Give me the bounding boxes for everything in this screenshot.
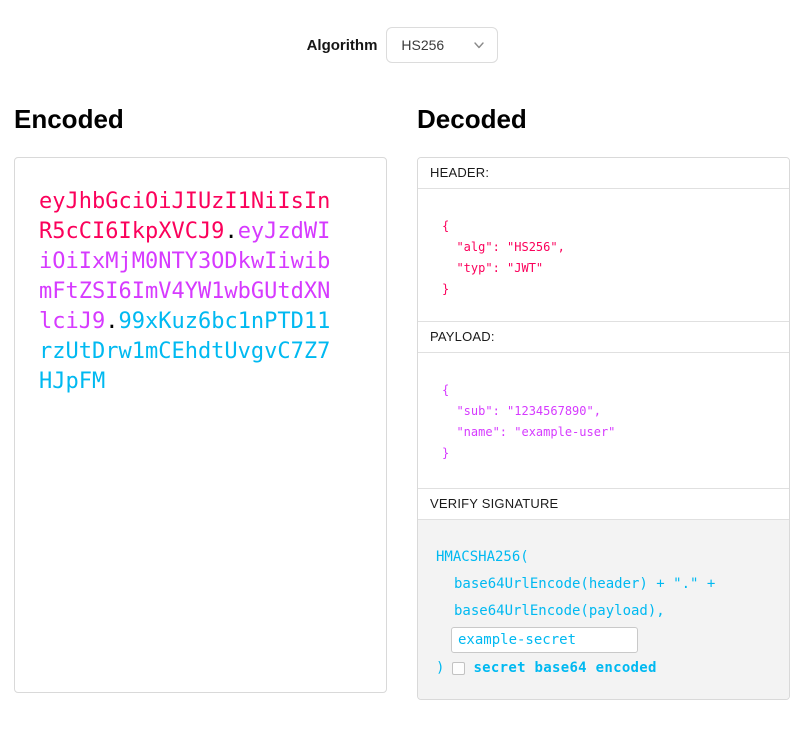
closing-paren: )	[436, 658, 444, 678]
algorithm-bar: Algorithm HS256	[0, 27, 805, 63]
secret-base64-checkbox[interactable]	[452, 662, 465, 675]
secret-input[interactable]	[451, 627, 638, 653]
payload-json-block[interactable]: { "sub": "1234567890", "name": "example-…	[418, 353, 789, 488]
header-section-label: HEADER:	[418, 158, 789, 189]
hmac-code-line-1: HMACSHA256(	[436, 544, 777, 571]
hmac-code-line-3: base64UrlEncode(payload),	[436, 598, 777, 625]
decoded-column: Decoded HEADER: { "alg": "HS256", "typ":…	[417, 105, 790, 700]
algorithm-selected-value: HS256	[401, 37, 444, 53]
header-json-block[interactable]: { "alg": "HS256", "typ": "JWT" }	[418, 189, 789, 321]
verify-final-line: ) secret base64 encoded	[436, 658, 777, 678]
encoded-token-text: eyJhbGciOiJIUzI1NiIsInR5cCI6IkpXVCJ9.eyJ…	[39, 187, 337, 397]
decoded-panel: HEADER: { "alg": "HS256", "typ": "JWT" }…	[417, 157, 790, 700]
main-columns: Encoded eyJhbGciOiJIUzI1NiIsInR5cCI6IkpX…	[0, 105, 805, 700]
token-dot-2: .	[105, 309, 118, 334]
token-dot-1: .	[224, 219, 237, 244]
verify-section-label: VERIFY SIGNATURE	[418, 488, 789, 520]
algorithm-label: Algorithm	[307, 37, 378, 54]
verify-signature-block: HMACSHA256( base64UrlEncode(header) + ".…	[418, 520, 789, 699]
encoded-title: Encoded	[14, 105, 387, 134]
decoded-title: Decoded	[417, 105, 790, 134]
encoded-column: Encoded eyJhbGciOiJIUzI1NiIsInR5cCI6IkpX…	[14, 105, 387, 700]
secret-base64-checkbox-label[interactable]: secret base64 encoded	[473, 658, 656, 678]
encoded-token-box[interactable]: eyJhbGciOiJIUzI1NiIsInR5cCI6IkpXVCJ9.eyJ…	[14, 157, 387, 693]
payload-section-label: PAYLOAD:	[418, 321, 789, 353]
algorithm-select[interactable]: HS256	[386, 27, 498, 63]
chevron-down-icon	[473, 39, 485, 51]
hmac-code-line-2: base64UrlEncode(header) + "." +	[436, 571, 777, 598]
